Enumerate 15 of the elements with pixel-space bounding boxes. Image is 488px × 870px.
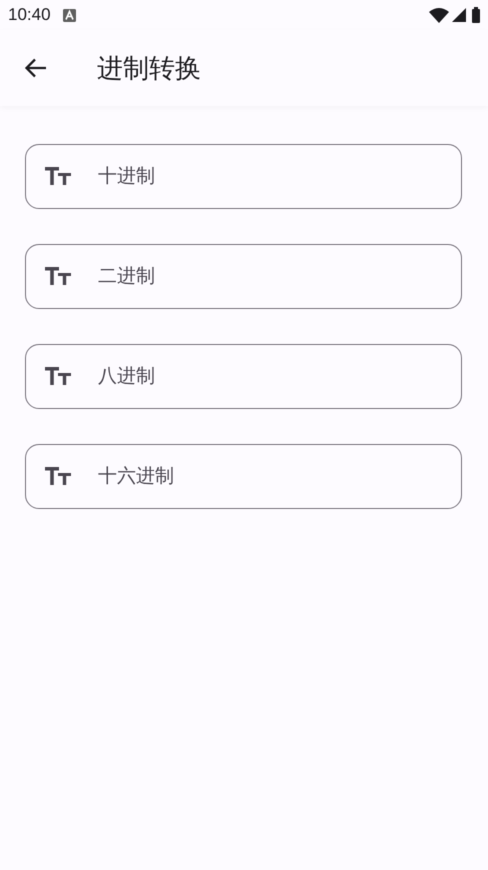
status-time: 10:40 [8,4,51,26]
wifi-icon [429,8,449,22]
battery-icon [472,7,480,23]
text-size-icon [45,367,71,385]
input-field[interactable]: 八进制 [25,344,462,409]
app-bar-title: 进制转换 [97,52,201,84]
text-size-icon [45,167,71,185]
back-arrow-icon [25,58,47,78]
input-field[interactable]: 十六进制 [25,444,462,509]
signal-icon [452,8,466,22]
notification-icon [62,8,76,22]
input-field[interactable]: 二进制 [25,244,462,309]
input-field[interactable]: 十进制 [25,144,462,209]
text-size-icon [45,467,71,485]
text-size-icon [45,267,71,285]
